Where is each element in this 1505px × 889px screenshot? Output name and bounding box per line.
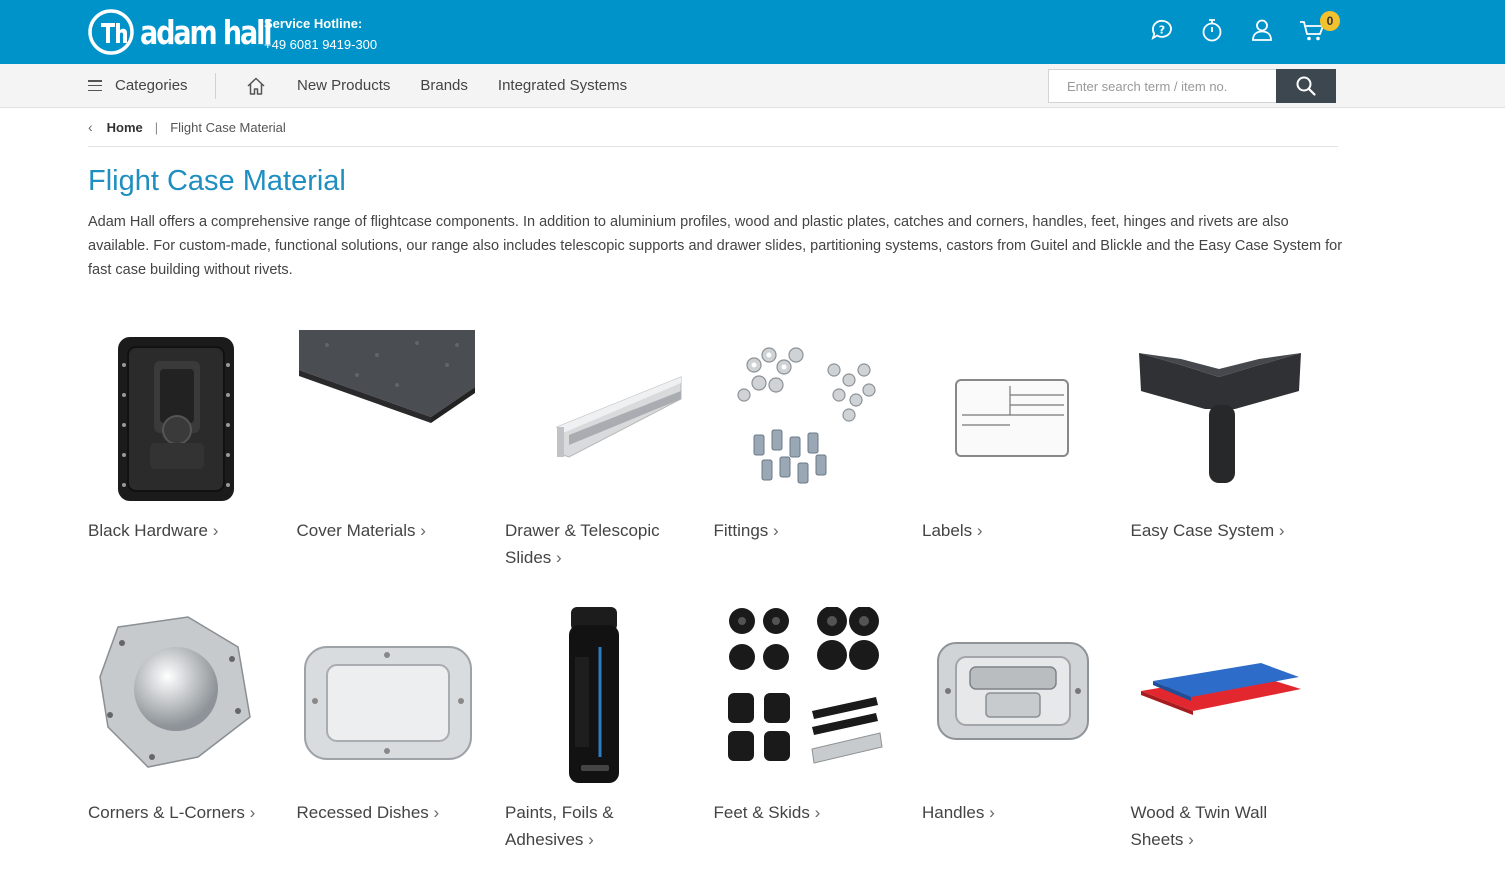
category-tile-recessed-dishes[interactable]: Recessed Dishes › <box>297 607 477 889</box>
chevron-right-icon: › <box>976 521 983 540</box>
category-tile-cover-materials[interactable]: Cover Materials › <box>297 325 477 607</box>
chevron-right-icon: › <box>1278 521 1285 540</box>
category-label: Drawer & Telescopic Slides <box>505 521 660 567</box>
header-actions: ? <box>1148 16 1348 44</box>
nav-link-integrated-systems[interactable]: Integrated Systems <box>498 77 627 94</box>
stopwatch-icon[interactable] <box>1198 16 1226 44</box>
logo-wordmark: adam hall <box>140 12 273 52</box>
search-bar <box>1048 69 1338 103</box>
category-tile-drawer-slides[interactable]: Drawer & Telescopic Slides › <box>505 325 685 607</box>
hotline-number[interactable]: +49 6081 9419-300 <box>264 34 377 55</box>
chevron-right-icon: › <box>814 803 821 822</box>
chevron-right-icon: › <box>1188 830 1194 849</box>
search-input[interactable] <box>1048 69 1276 103</box>
top-header: adam hall Service Hotline: +49 6081 9419… <box>0 0 1505 64</box>
breadcrumb: ‹ Home | Flight Case Material <box>88 119 286 135</box>
nav-link-brands[interactable]: Brands <box>420 77 468 94</box>
logo-mark-icon <box>88 9 134 55</box>
category-image <box>922 607 1102 787</box>
svg-text:?: ? <box>1159 24 1165 37</box>
category-image <box>88 325 268 505</box>
category-image <box>297 325 477 505</box>
category-tile-handles[interactable]: Handles › <box>922 607 1102 889</box>
category-image <box>1131 607 1311 787</box>
cart-count-badge: 0 <box>1320 11 1340 31</box>
categories-menu-button[interactable]: Categories <box>88 64 188 107</box>
category-tile-corners[interactable]: Corners & L-Corners › <box>88 607 268 889</box>
category-label: Handles <box>922 803 985 822</box>
nav-links: New Products Brands Integrated Systems <box>297 64 657 107</box>
categories-label: Categories <box>115 77 188 94</box>
category-image <box>714 607 894 787</box>
hotline-title: Service Hotline: <box>264 16 363 31</box>
chevron-right-icon: › <box>212 521 219 540</box>
category-label: Fittings <box>713 521 769 540</box>
user-icon[interactable] <box>1248 16 1276 44</box>
category-tile-wood-twin-wall-sheets[interactable]: Wood & Twin Wall Sheets › <box>1131 607 1311 889</box>
chevron-right-icon: › <box>556 548 562 567</box>
main-navigation: Categories New Products Brands Integrate… <box>0 64 1505 108</box>
home-icon[interactable] <box>245 75 267 97</box>
chevron-right-icon: › <box>420 521 426 540</box>
category-tile-easy-case-system[interactable]: Easy Case System › <box>1131 325 1311 607</box>
category-label: Corners & L-Corners <box>88 803 245 822</box>
category-label: Cover Materials <box>296 521 416 540</box>
nav-link-new-products[interactable]: New Products <box>297 77 390 94</box>
page-title: Flight Case Material <box>88 165 346 197</box>
breadcrumb-home-link[interactable]: Home <box>107 120 143 135</box>
category-tile-labels[interactable]: Labels › <box>922 325 1102 607</box>
category-image <box>922 325 1102 505</box>
category-image <box>297 607 477 787</box>
category-image <box>505 607 685 787</box>
category-tile-fittings[interactable]: Fittings › <box>714 325 894 607</box>
service-hotline: Service Hotline: +49 6081 9419-300 <box>264 13 377 55</box>
category-description: Adam Hall offers a comprehensive range o… <box>88 214 1343 278</box>
chevron-right-icon: › <box>989 803 995 822</box>
category-image <box>505 325 685 505</box>
chat-question-icon[interactable]: ? <box>1148 16 1176 44</box>
category-tile-black-hardware[interactable]: Black Hardware › <box>88 325 268 607</box>
category-label: Labels <box>922 521 973 540</box>
category-label: Paints, Foils & Adhesives <box>505 803 614 849</box>
chevron-right-icon: › <box>773 521 779 540</box>
category-label: Feet & Skids <box>713 803 810 822</box>
category-label: Black Hardware <box>88 521 208 540</box>
category-grid: Black Hardware › Cover Materials › Drawe… <box>88 325 1311 889</box>
category-tile-paints-foils-adhesives[interactable]: Paints, Foils & Adhesives › <box>505 607 685 889</box>
breadcrumb-back-icon[interactable]: ‹ <box>88 119 93 135</box>
breadcrumb-separator: | <box>154 119 159 135</box>
chevron-right-icon: › <box>433 803 440 822</box>
breadcrumb-current: Flight Case Material <box>170 119 286 135</box>
search-button[interactable] <box>1276 69 1336 103</box>
breadcrumb-divider <box>88 146 1338 147</box>
category-image <box>1131 325 1311 505</box>
category-image <box>88 607 268 787</box>
category-label: Easy Case System <box>1130 521 1275 540</box>
category-image <box>714 325 894 505</box>
search-icon <box>1296 76 1316 96</box>
hamburger-icon <box>88 80 102 91</box>
category-label: Wood & Twin Wall Sheets <box>1130 803 1268 849</box>
category-label: Recessed Dishes <box>296 803 429 822</box>
chevron-right-icon: › <box>249 803 256 822</box>
chevron-right-icon: › <box>588 830 594 849</box>
category-tile-feet-skids[interactable]: Feet & Skids › <box>714 607 894 889</box>
nav-divider <box>215 73 216 99</box>
